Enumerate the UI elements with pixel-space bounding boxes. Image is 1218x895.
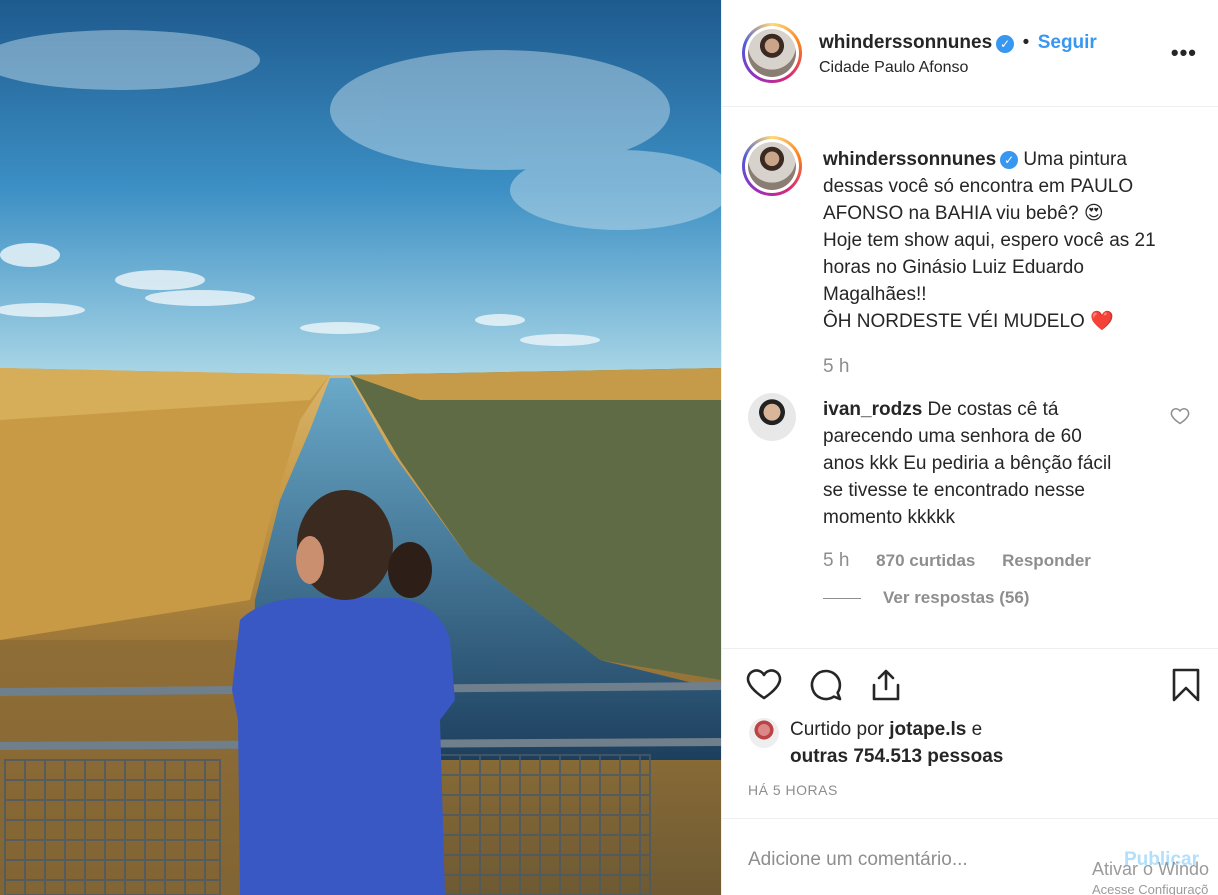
view-replies-label: Ver respostas (56) xyxy=(883,588,1030,607)
separator-dot: • xyxy=(1022,32,1030,53)
replies-divider xyxy=(823,598,861,600)
comment-time[interactable]: 5 h xyxy=(823,550,849,571)
post-location[interactable]: Cidade Paulo Afonso xyxy=(819,59,968,77)
bookmark-icon[interactable] xyxy=(1168,667,1204,703)
caption-line: AFONSO na BAHIA viu bebê? 😍 xyxy=(823,203,1104,224)
view-replies-button[interactable]: Ver respostas (56) xyxy=(823,588,1029,608)
liker-username[interactable]: jotape.ls xyxy=(889,719,966,740)
commenter-avatar[interactable] xyxy=(748,393,796,441)
post-timestamp[interactable]: HÁ 5 HORAS xyxy=(748,782,838,798)
caption-username[interactable]: whinderssonnunes xyxy=(823,149,996,170)
author-username[interactable]: whinderssonnunes xyxy=(819,32,992,53)
more-options-icon[interactable]: ••• xyxy=(1171,40,1197,66)
post-actions-bar xyxy=(722,648,1218,716)
caption-line: Uma pintura xyxy=(1023,149,1127,170)
comment-line: De costas cê tá xyxy=(927,399,1059,420)
heart-icon[interactable] xyxy=(746,667,782,703)
comment-likes-count[interactable]: 870 curtidas xyxy=(876,551,975,570)
comment-line: anos kkk Eu pediria a bênção fácil xyxy=(823,453,1112,474)
comment-meta: 5 h 870 curtidas Responder xyxy=(823,550,1113,572)
likes-others-link[interactable]: outras 754.513 pessoas xyxy=(790,743,1003,770)
commenter-username[interactable]: ivan_rodzs xyxy=(823,399,922,420)
post-header: whinderssonnunes ✓ • Seguir Cidade Paulo … xyxy=(722,0,1218,107)
comment-bubble-icon[interactable] xyxy=(808,667,844,703)
caption-author-avatar[interactable] xyxy=(742,136,802,196)
caption-time[interactable]: 5 h xyxy=(823,356,849,378)
verified-badge-icon: ✓ xyxy=(1000,150,1019,169)
comment-body: ivan_rodzs De costas cê tá parecendo uma… xyxy=(823,396,1163,531)
liker-avatar[interactable] xyxy=(749,718,779,748)
comment-line: se tivesse te encontrado nesse xyxy=(823,480,1085,501)
comment-line: momento kkkkk xyxy=(823,507,955,528)
windows-activation-watermark: Ativar o Windo xyxy=(1092,859,1210,879)
post-photo[interactable] xyxy=(0,0,721,895)
share-icon[interactable] xyxy=(868,667,904,703)
caption-line: horas no Ginásio Luiz Eduardo xyxy=(823,257,1084,278)
comment-line: parecendo uma senhora de 60 xyxy=(823,426,1082,447)
caption-line: Hoje tem show aqui, espero você as 21 xyxy=(823,230,1156,251)
comment-like-heart-icon[interactable] xyxy=(1170,406,1190,426)
caption-line: ÔH NORDESTE VÉI MUDELO ❤️ xyxy=(823,311,1114,332)
caption-line: Magalhães!! xyxy=(823,284,927,305)
post-side-panel: whinderssonnunes ✓ • Seguir Cidade Paulo … xyxy=(721,0,1218,895)
follow-button[interactable]: Seguir xyxy=(1038,32,1097,53)
windows-activation-watermark-sub: Acesse Configuraçõ xyxy=(1092,882,1209,895)
comment-reply-button[interactable]: Responder xyxy=(1002,551,1091,570)
author-avatar[interactable] xyxy=(742,23,802,83)
add-comment-form: Adicione um comentário... Publicar Ativa… xyxy=(722,818,1218,895)
caption-line: dessas você só encontra em PAULO xyxy=(823,176,1134,197)
likes-suffix: e xyxy=(966,719,983,740)
post-caption: whinderssonnunes ✓ Uma pintura dessas voc… xyxy=(823,146,1193,335)
comment-input[interactable]: Adicione um comentário... xyxy=(748,849,968,871)
verified-badge-icon: ✓ xyxy=(996,34,1015,53)
likes-prefix: Curtido por xyxy=(790,719,890,740)
photo-illustration xyxy=(0,0,721,895)
